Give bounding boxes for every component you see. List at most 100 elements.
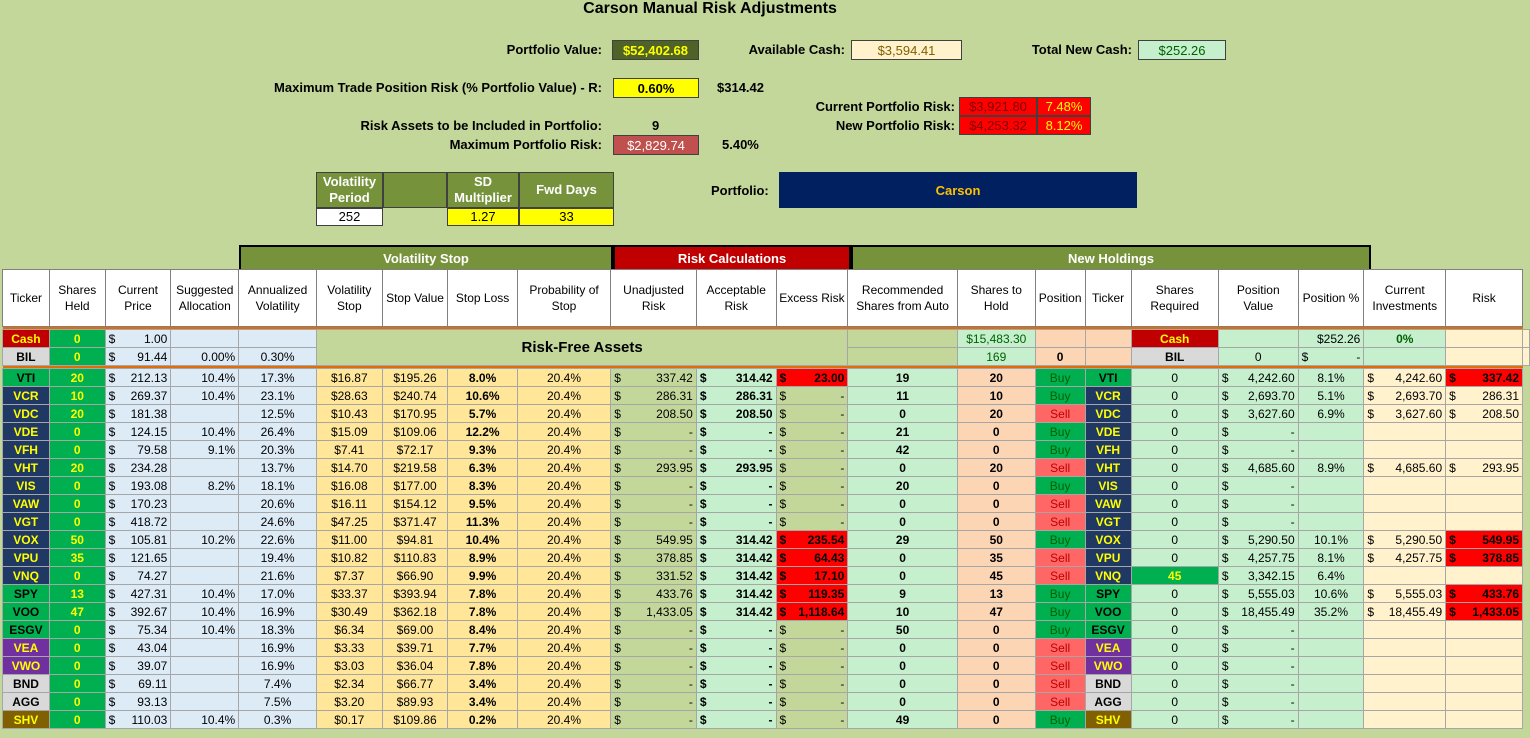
shares-held[interactable]: 0 <box>48 476 106 495</box>
shares-held[interactable]: 20 <box>48 458 106 477</box>
position-sell[interactable]: Sell <box>1034 656 1086 675</box>
col-header-annualized-volatility[interactable]: Annualized Volatility <box>238 269 317 327</box>
shares-held[interactable]: 0 <box>48 440 106 459</box>
col-header-position-value[interactable]: Position Value <box>1217 269 1299 327</box>
position-buy[interactable]: Buy <box>1034 602 1086 621</box>
ticker-cell[interactable]: VIS <box>2 476 50 495</box>
suggested-allocation[interactable] <box>170 566 240 585</box>
position-buy[interactable]: Buy <box>1034 584 1086 603</box>
shares-held[interactable]: 0 <box>48 494 106 513</box>
shares-held[interactable]: 35 <box>48 548 106 567</box>
shares-to-hold[interactable]: 45 <box>956 566 1036 585</box>
position-buy[interactable]: Buy <box>1034 386 1086 405</box>
ticker2-cell[interactable]: VDC <box>1084 404 1132 423</box>
suggested-allocation[interactable]: 9.1% <box>170 440 240 459</box>
ticker-cell[interactable]: ESGV <box>2 620 50 639</box>
max-trade-pct[interactable]: 0.60% <box>613 78 699 98</box>
ticker2-cell[interactable]: VOX <box>1084 530 1132 549</box>
suggested-allocation[interactable]: 10.4% <box>170 620 240 639</box>
ticker-cell[interactable]: BND <box>2 674 50 693</box>
position-buy[interactable]: Buy <box>1034 710 1086 729</box>
suggested-allocation[interactable] <box>170 692 240 711</box>
col-header-excess-risk[interactable]: Excess Risk <box>775 269 849 327</box>
suggested-allocation[interactable]: 10.4% <box>170 422 240 441</box>
ticker-cell[interactable]: VHT <box>2 458 50 477</box>
col-header-shares-to-hold[interactable]: Shares to Hold <box>956 269 1036 327</box>
col-header-current-investments[interactable]: Current Investments <box>1363 269 1447 327</box>
shares-held[interactable]: 0 <box>48 638 106 657</box>
ticker2-cell[interactable]: VPU <box>1084 548 1132 567</box>
shares-to-hold[interactable]: 0 <box>956 620 1036 639</box>
col-header-risk[interactable]: Risk <box>1445 269 1523 327</box>
ticker-cell[interactable]: VGT <box>2 512 50 531</box>
ticker2-cell[interactable]: VCR <box>1084 386 1132 405</box>
suggested-allocation[interactable] <box>170 512 240 531</box>
ticker-cell[interactable]: SHV <box>2 710 50 729</box>
ticker2-cell[interactable]: VAW <box>1084 494 1132 513</box>
shares-held[interactable]: 20 <box>48 404 106 423</box>
col-header-position[interactable]: Position <box>1034 269 1086 327</box>
ticker2-cell[interactable]: VFH <box>1084 440 1132 459</box>
shares-held[interactable]: 0 <box>48 692 106 711</box>
shares-held[interactable]: 0 <box>48 422 106 441</box>
position-sell[interactable]: Sell <box>1034 494 1086 513</box>
ticker-cell[interactable]: VOO <box>2 602 50 621</box>
shares-held[interactable]: 50 <box>48 530 106 549</box>
ticker2-cell[interactable]: VNQ <box>1084 566 1132 585</box>
ticker2-cell[interactable]: VWO <box>1084 656 1132 675</box>
shares-to-hold[interactable]: 0 <box>956 512 1036 531</box>
shares-to-hold[interactable]: 20 <box>956 458 1036 477</box>
ticker2-cell[interactable]: VGT <box>1084 512 1132 531</box>
shares-held[interactable]: 0 <box>48 674 106 693</box>
position-buy[interactable]: Buy <box>1034 530 1086 549</box>
ticker2-cell[interactable]: VIS <box>1084 476 1132 495</box>
shares-to-hold[interactable]: 35 <box>956 548 1036 567</box>
ticker-cell[interactable]: VCR <box>2 386 50 405</box>
shares-held[interactable]: 0 <box>48 656 106 675</box>
ticker2-cell[interactable]: AGG <box>1084 692 1132 711</box>
position-buy[interactable]: Buy <box>1034 476 1086 495</box>
ticker-cell[interactable]: Cash <box>2 329 50 348</box>
shares-held[interactable]: 47 <box>48 602 106 621</box>
ticker2-cell[interactable]: SHV <box>1084 710 1132 729</box>
col-header-stop-loss[interactable]: Stop Loss <box>447 269 518 327</box>
col-header-probability-of-stop[interactable]: Probability of Stop <box>516 269 612 327</box>
ticker2-cell[interactable]: VEA <box>1084 638 1132 657</box>
suggested-allocation[interactable]: 10.4% <box>170 386 240 405</box>
col-header-stop-value[interactable]: Stop Value <box>381 269 449 327</box>
fwd-days-value[interactable]: 33 <box>519 208 614 226</box>
position-sell[interactable]: Sell <box>1034 458 1086 477</box>
shares-to-hold[interactable]: 20 <box>956 368 1036 387</box>
shares-to-hold[interactable]: 10 <box>956 386 1036 405</box>
ticker2-cell[interactable]: VOO <box>1084 602 1132 621</box>
ticker-cell[interactable]: BIL <box>2 347 50 366</box>
ticker-cell[interactable]: VWO <box>2 656 50 675</box>
position-buy[interactable]: Buy <box>1034 440 1086 459</box>
col-header-shares-held[interactable]: Shares Held <box>48 269 106 327</box>
suggested-allocation[interactable] <box>170 548 240 567</box>
shares-to-hold[interactable]: 0 <box>956 476 1036 495</box>
shares-held[interactable]: 10 <box>48 386 106 405</box>
suggested-allocation[interactable]: 10.4% <box>170 602 240 621</box>
ticker-cell[interactable]: VEA <box>2 638 50 657</box>
ticker-cell[interactable]: VDE <box>2 422 50 441</box>
suggested-allocation[interactable] <box>170 638 240 657</box>
ticker-cell[interactable]: AGG <box>2 692 50 711</box>
shares-held[interactable]: 13 <box>48 584 106 603</box>
suggested-allocation[interactable] <box>170 404 240 423</box>
shares-held[interactable]: 0 <box>48 566 106 585</box>
portfolio-name[interactable]: Carson <box>779 172 1137 208</box>
shares-to-hold[interactable]: 0 <box>956 674 1036 693</box>
shares-held[interactable]: 0 <box>48 347 106 366</box>
position-sell[interactable]: Sell <box>1034 566 1086 585</box>
ticker2-cell[interactable]: Cash <box>1130 329 1219 348</box>
ticker-cell[interactable]: VAW <box>2 494 50 513</box>
position-sell[interactable]: Sell <box>1034 638 1086 657</box>
suggested-allocation[interactable]: 10.4% <box>170 368 240 387</box>
shares-held[interactable]: 0 <box>48 710 106 729</box>
ticker-cell[interactable]: VNQ <box>2 566 50 585</box>
position-buy[interactable]: Buy <box>1034 422 1086 441</box>
shares-held[interactable]: 0 <box>48 512 106 531</box>
ticker-cell[interactable]: SPY <box>2 584 50 603</box>
ticker2-cell[interactable]: VDE <box>1084 422 1132 441</box>
